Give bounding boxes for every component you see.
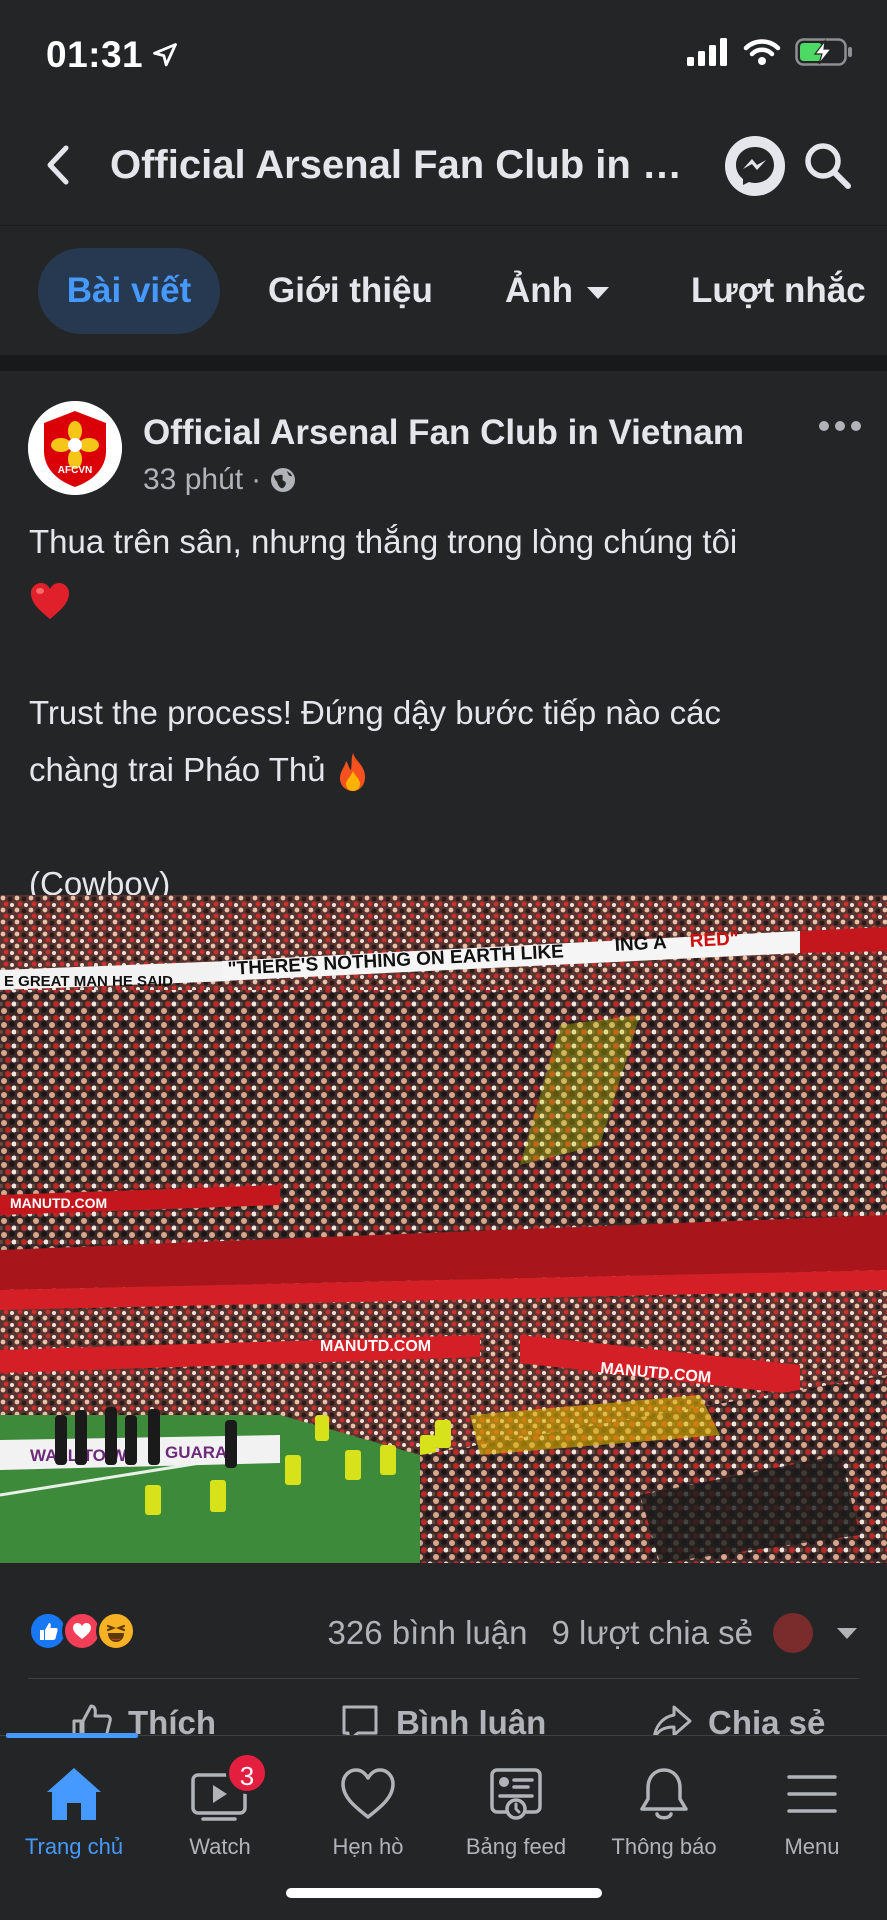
share-count[interactable]: 9 lượt chia sẻ — [552, 1614, 753, 1652]
fire-emoji-icon — [339, 753, 365, 792]
location-arrow-icon — [151, 36, 179, 78]
status-bar: 01:31 — [0, 0, 887, 110]
board-text-2: MANUTD.COM — [10, 1195, 107, 1211]
more-options-button[interactable] — [818, 419, 862, 433]
comment-count[interactable]: 326 bình luận — [328, 1614, 528, 1652]
page-title: Official Arsenal Fan Club in Vi... — [110, 143, 700, 187]
messenger-icon — [736, 147, 774, 185]
haha-reaction-icon — [96, 1611, 136, 1651]
tab-about[interactable]: Giới thiệu — [268, 248, 433, 334]
post-photo[interactable]: E GREAT MAN HE SAID "THERE'S NOTHING ON … — [0, 895, 887, 1563]
tab-photos[interactable]: Ảnh — [505, 248, 610, 334]
heart-icon — [341, 1768, 395, 1819]
active-tab-indicator — [6, 1733, 138, 1738]
tab-mentions[interactable]: Lượt nhắc — [691, 248, 866, 334]
signal-icon — [687, 38, 727, 66]
post-text-line: Thua trên sân, nhưng thắng trong lòng ch… — [29, 523, 738, 560]
viewer-avatar[interactable] — [773, 1613, 813, 1653]
battery-charging-icon — [795, 38, 852, 66]
home-icon — [47, 1768, 101, 1820]
nav-dating[interactable]: Hẹn hò — [294, 1762, 442, 1860]
banner-left-text: E GREAT MAN HE SAID — [4, 973, 173, 990]
home-indicator — [286, 1888, 602, 1898]
page-avatar[interactable]: AFCVN — [28, 401, 122, 495]
tab-posts[interactable]: Bài viết — [38, 248, 220, 334]
nav-label: Trang chủ — [24, 1834, 124, 1859]
search-icon — [805, 143, 851, 189]
banner-red-text: RED" — [689, 928, 739, 952]
caret-down-icon — [587, 286, 610, 299]
feed-icon — [490, 1768, 542, 1820]
nav-feeds[interactable]: Bảng feed — [442, 1762, 590, 1860]
board-text-1: MANUTD.COM — [320, 1338, 431, 1355]
post-stats: 326 bình luận 9 lượt chia sẻ — [304, 1613, 857, 1653]
post-meta: 33 phút · — [143, 463, 297, 497]
page-header: Official Arsenal Fan Club in Vi... — [0, 110, 887, 225]
divider — [28, 1678, 859, 1679]
nav-label: Bảng feed — [465, 1834, 567, 1859]
caret-down-icon[interactable] — [837, 1627, 857, 1639]
pitch-board-text-2: GUARA — [165, 1443, 227, 1462]
red-heart-emoji-icon — [31, 583, 69, 620]
post-card: AFCVN Official Arsenal Fan Club in Vietn… — [0, 371, 887, 1743]
post-text-line: chàng trai Pháo Thủ — [29, 751, 326, 788]
nav-notifications[interactable]: Thông báo — [590, 1762, 738, 1860]
post-text-line-fire: chàng trai Pháo Thủ — [29, 741, 859, 798]
wifi-icon — [743, 39, 781, 65]
notification-badge: 3 — [226, 1752, 268, 1794]
nav-label: Menu — [784, 1834, 840, 1859]
post-time[interactable]: 33 phút — [143, 463, 243, 497]
banner-end-text: ING A — [614, 932, 667, 956]
nav-home[interactable]: Trang chủ — [0, 1762, 148, 1860]
nav-menu[interactable]: Menu — [738, 1762, 886, 1860]
heart-emoji-line — [29, 570, 859, 627]
bell-icon — [640, 1768, 688, 1820]
section-separator — [0, 355, 887, 371]
post-text: Thua trên sân, nhưng thắng trong lòng ch… — [29, 513, 859, 912]
status-icons — [687, 38, 853, 66]
nav-label: Watch — [189, 1834, 251, 1859]
menu-icon — [787, 1775, 837, 1813]
tab-photos-label: Ảnh — [505, 271, 574, 310]
back-button[interactable] — [38, 140, 78, 190]
nav-label: Thông báo — [611, 1834, 717, 1859]
nav-watch[interactable]: 3 Watch — [146, 1752, 294, 1860]
clock-text: 01:31 — [46, 34, 144, 75]
more-horizontal-icon — [819, 421, 861, 431]
meta-dot: · — [251, 463, 262, 496]
page-tabs: Bài viết Giới thiệu Ảnh Lượt nhắc — [0, 225, 887, 355]
globe-icon — [271, 468, 296, 492]
messenger-button[interactable] — [725, 136, 785, 196]
search-button[interactable] — [800, 138, 856, 194]
nav-label: Hẹn hò — [332, 1834, 404, 1859]
avatar-text: AFCVN — [58, 465, 92, 476]
chevron-left-icon — [47, 145, 69, 185]
status-time: 01:31 — [46, 34, 179, 78]
post-author[interactable]: Official Arsenal Fan Club in Vietnam — [143, 413, 744, 453]
post-text-line: Trust the process! Đứng dậy bước tiếp nà… — [29, 694, 721, 731]
reaction-summary[interactable] — [28, 1611, 136, 1651]
